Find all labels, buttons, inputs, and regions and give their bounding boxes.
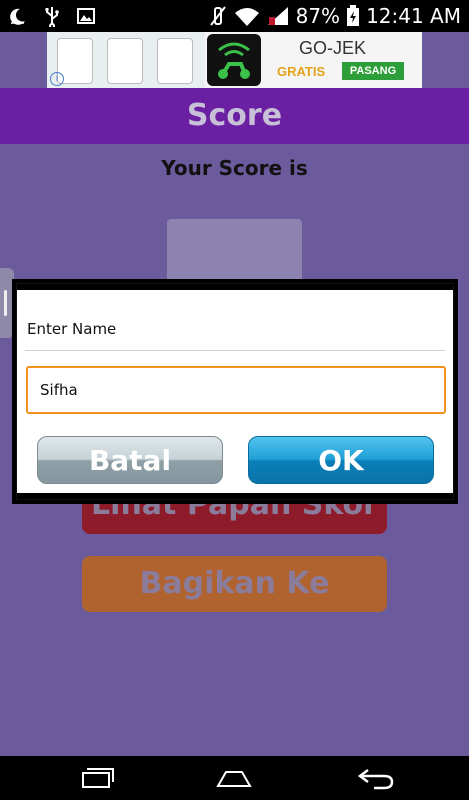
cancel-button[interactable]: Batal <box>37 436 223 484</box>
dialog-top-border <box>17 284 453 290</box>
ad-phone-image <box>157 38 193 84</box>
navigation-bar <box>0 756 469 800</box>
scooter-icon <box>218 42 250 79</box>
your-score-label: Your Score is <box>161 156 308 180</box>
moon-icon <box>10 8 25 25</box>
name-input[interactable]: Sifha <box>26 366 446 414</box>
gojek-logo <box>207 34 261 86</box>
ok-button[interactable]: OK <box>248 436 434 484</box>
ad-install-button[interactable]: PASANG <box>342 62 404 80</box>
home-icon[interactable] <box>214 766 254 790</box>
page-title: Score <box>186 98 283 133</box>
dialog-divider <box>25 350 445 351</box>
score-header: Score <box>0 88 469 144</box>
info-icon[interactable]: i <box>50 72 64 86</box>
score-display <box>167 219 302 284</box>
status-bar-right: 87% 12:41 AM <box>208 4 461 28</box>
share-button[interactable]: Bagikan Ke Teman <box>82 556 387 612</box>
ad-banner[interactable]: GO-JEK GRATIS PASANG i <box>47 32 422 88</box>
mute-icon <box>209 6 226 26</box>
ad-screenshots <box>47 32 205 88</box>
ad-phone-image <box>107 38 143 84</box>
clock: 12:41 AM <box>366 4 461 28</box>
ad-title: GO-JEK <box>299 38 367 58</box>
signal-icon <box>267 7 288 25</box>
back-icon[interactable] <box>356 766 396 790</box>
status-bar: 87% 12:41 AM <box>0 0 469 32</box>
enter-name-dialog: Enter Name Sifha Batal OK <box>16 283 454 500</box>
dialog-bottom-border <box>17 493 453 499</box>
wifi-icon <box>234 8 259 26</box>
battery-percent: 87% <box>295 4 341 28</box>
ad-free-label: GRATIS <box>277 64 326 79</box>
status-bar-left <box>8 5 96 27</box>
image-icon <box>77 8 95 24</box>
side-drawer-handle[interactable] <box>0 268 14 338</box>
battery-icon <box>347 5 360 26</box>
dialog-title: Enter Name <box>27 320 117 338</box>
usb-icon <box>45 7 59 27</box>
recent-apps-icon[interactable] <box>77 766 117 790</box>
